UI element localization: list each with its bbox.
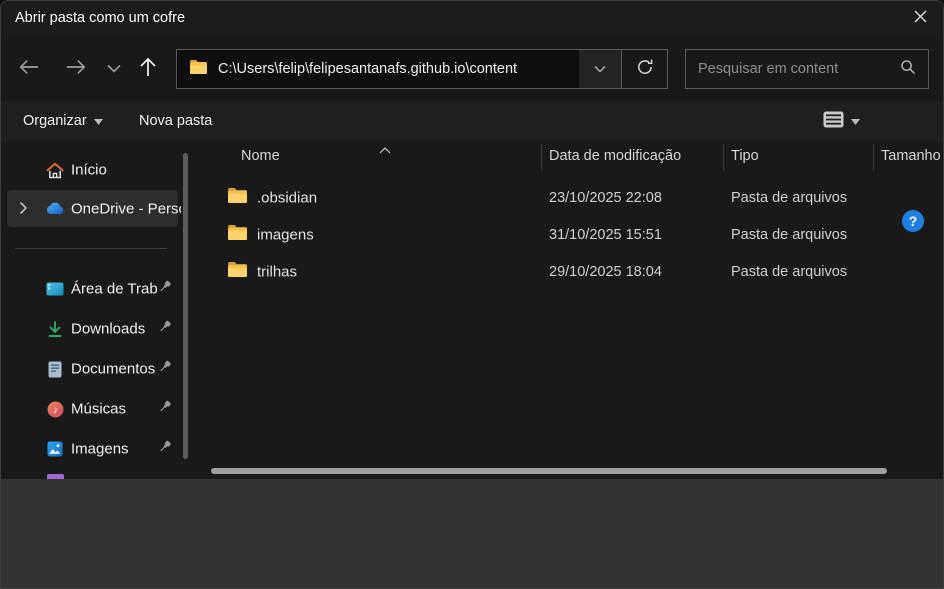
music-icon: ♪: [46, 400, 64, 418]
file-modified: 31/10/2025 15:51: [549, 227, 662, 243]
file-type: Pasta de arquivos: [731, 264, 847, 280]
address-path-area[interactable]: C:\Users\felip\felipesantanafs.github.io…: [177, 50, 579, 88]
sidebar-scrollbar[interactable]: [183, 153, 188, 459]
sidebar-divider: [15, 248, 167, 249]
close-button[interactable]: [897, 1, 943, 37]
horizontal-scrollbar[interactable]: [211, 468, 887, 474]
column-header-name[interactable]: Nome: [241, 148, 280, 164]
music-note-glyph: ♪: [53, 405, 58, 416]
file-type: Pasta de arquivos: [731, 190, 847, 206]
file-name: trilhas: [257, 263, 297, 280]
pin-icon: [158, 440, 172, 459]
caret-down-icon: [851, 113, 860, 129]
sidebar-item-downloads[interactable]: Downloads: [7, 310, 178, 348]
folder-icon: [227, 261, 248, 283]
dialog-title: Abrir pasta como um cofre: [15, 10, 185, 26]
pictures-icon: [46, 440, 64, 458]
sidebar-item-onedrive[interactable]: OneDrive - Perso: [7, 190, 178, 227]
file-name: .obsidian: [257, 189, 317, 206]
refresh-icon: [636, 58, 654, 81]
sidebar-item-label: Início: [71, 162, 107, 179]
document-icon: [46, 360, 64, 378]
forward-arrow-icon: [65, 58, 87, 81]
search-icon: [900, 59, 916, 80]
back-button[interactable]: [16, 56, 42, 82]
search-box: [685, 49, 929, 89]
address-path-text: C:\Users\felip\felipesantanafs.github.io…: [218, 61, 517, 77]
recent-locations-button[interactable]: [101, 56, 127, 82]
column-separator[interactable]: [873, 144, 874, 170]
folder-icon: [189, 59, 208, 80]
file-modified: 29/10/2025 18:04: [549, 264, 662, 280]
organize-menu-button[interactable]: Organizar: [23, 101, 103, 141]
file-row[interactable]: imagens 31/10/2025 15:51 Pasta de arquiv…: [191, 216, 944, 253]
sidebar-item-label: Músicas: [71, 401, 126, 418]
sidebar-item-documents[interactable]: Documentos: [7, 350, 178, 388]
address-dropdown-button[interactable]: [579, 50, 621, 88]
onedrive-icon: [46, 200, 64, 218]
sidebar-item-label: Área de Trab: [71, 281, 158, 298]
column-header-type[interactable]: Tipo: [731, 148, 759, 164]
chevron-right-icon: [19, 201, 28, 220]
command-bar: Organizar Nova pasta ?: [1, 101, 944, 141]
sidebar-item-music[interactable]: ♪ Músicas: [7, 390, 178, 428]
column-header-modified[interactable]: Data de modificação: [549, 148, 681, 164]
sidebar-item-label: Downloads: [71, 321, 145, 338]
column-header-size[interactable]: Tamanho: [881, 148, 941, 164]
chevron-down-icon: [594, 60, 606, 78]
up-button[interactable]: [135, 56, 161, 82]
desktop-icon: [46, 280, 64, 298]
folder-icon: [227, 224, 248, 246]
organize-label: Organizar: [23, 113, 87, 129]
file-row[interactable]: .obsidian 23/10/2025 22:08 Pasta de arqu…: [191, 179, 944, 216]
column-separator[interactable]: [541, 144, 542, 170]
file-name: imagens: [257, 226, 314, 243]
address-bar[interactable]: C:\Users\felip\felipesantanafs.github.io…: [176, 49, 668, 89]
file-type: Pasta de arquivos: [731, 227, 847, 243]
search-input[interactable]: [698, 61, 900, 77]
sort-ascending-icon: [379, 141, 391, 159]
sidebar-item-home[interactable]: Início: [7, 151, 178, 189]
file-modified: 23/10/2025 22:08: [549, 190, 662, 206]
download-icon: [46, 320, 64, 338]
forward-button[interactable]: [63, 56, 89, 82]
sidebar-item-label: Imagens: [71, 441, 129, 458]
back-arrow-icon: [18, 58, 40, 81]
home-icon: [46, 161, 64, 179]
sidebar-item-label: OneDrive - Perso: [71, 200, 181, 217]
chevron-down-icon: [107, 60, 121, 78]
pin-icon: [158, 400, 172, 419]
caret-down-icon: [94, 113, 103, 129]
close-icon: [913, 9, 928, 29]
refresh-button[interactable]: [621, 50, 667, 88]
sidebar-item-desktop[interactable]: Área de Trab: [7, 270, 178, 308]
file-row[interactable]: trilhas 29/10/2025 18:04 Pasta de arquiv…: [191, 253, 944, 290]
title-bar: Abrir pasta como um cofre: [1, 1, 944, 37]
column-separator[interactable]: [723, 144, 724, 170]
pin-icon: [158, 320, 172, 339]
open-vault-dialog: Abrir pasta como um cofre C: [0, 0, 944, 589]
folder-icon: [227, 187, 248, 209]
pin-icon: [158, 280, 172, 299]
footer-panel: Pasta: Selecionar pasta Cancelar: [1, 479, 944, 589]
new-folder-label: Nova pasta: [139, 113, 212, 129]
view-mode-button[interactable]: [823, 101, 860, 141]
up-arrow-icon: [138, 56, 158, 83]
sidebar-item-pictures[interactable]: Imagens: [7, 430, 178, 468]
pin-icon: [158, 360, 172, 379]
details-view-icon: [823, 111, 844, 132]
sidebar-item-label: Documentos: [71, 361, 155, 378]
new-folder-button[interactable]: Nova pasta: [139, 101, 212, 141]
